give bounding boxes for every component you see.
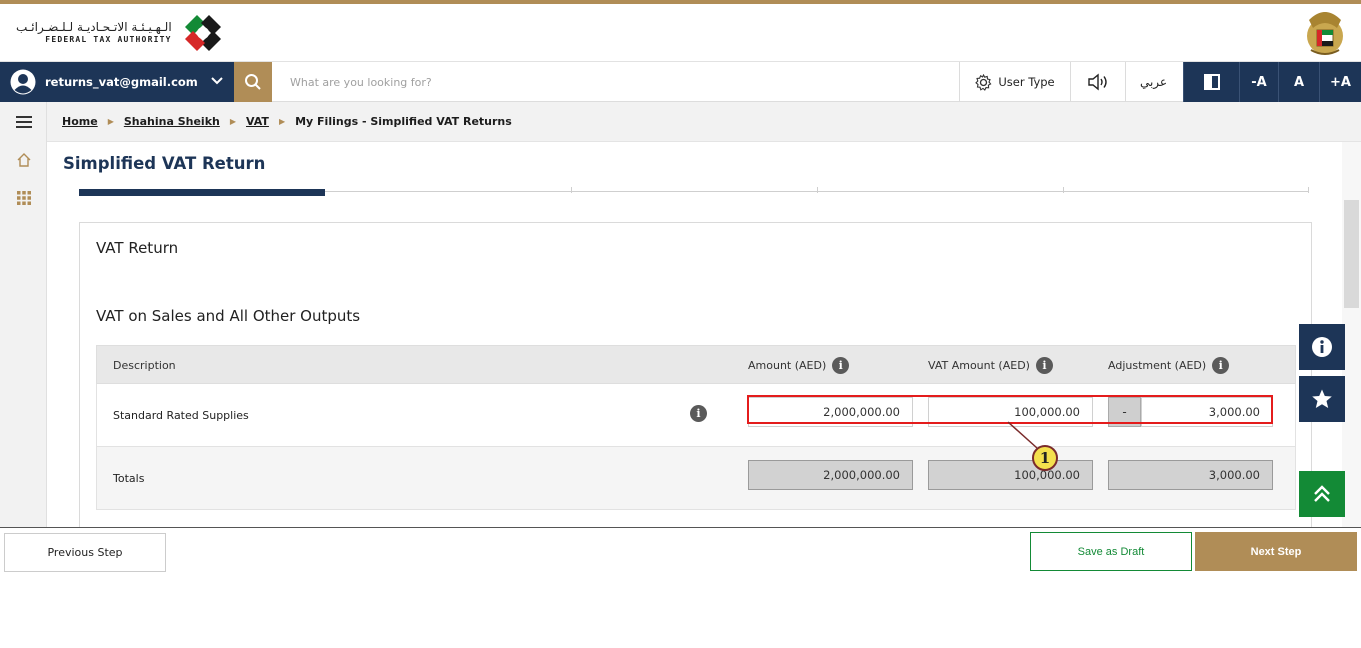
column-header-adjustment: Adjustment (AED) i [1108, 346, 1230, 385]
stepper-divider [1308, 187, 1309, 193]
breadcrumb-vat[interactable]: VAT [246, 115, 269, 128]
grid-icon [16, 191, 31, 205]
favorite-button[interactable] [1299, 376, 1345, 422]
stepper-divider [571, 187, 572, 193]
sidebar-item-home[interactable] [0, 142, 47, 178]
contrast-toggle-button[interactable] [1183, 62, 1239, 102]
table-row: Standard Rated Supplies i - [96, 384, 1296, 447]
breadcrumb-arrow-icon: ▶ [107, 117, 114, 126]
breadcrumb-arrow-icon: ▶ [229, 117, 236, 126]
progress-stepper-active-step [79, 189, 325, 196]
logo-english-name: FEDERAL TAX AUTHORITY [45, 35, 172, 44]
left-sidebar-rail [0, 102, 47, 527]
text-to-speech-button[interactable] [1070, 62, 1125, 102]
top-navbar: returns_vat@gmail.com User Type عربي -A … [0, 62, 1361, 102]
info-circle-icon [1312, 337, 1332, 357]
home-icon [17, 153, 30, 167]
user-account-menu[interactable]: returns_vat@gmail.com [0, 62, 234, 102]
wizard-footer: Previous Step Save as Draft Next Step [0, 527, 1361, 575]
double-chevron-up-icon [1314, 485, 1330, 502]
fta-logo-icon [184, 15, 221, 51]
stepper-divider [817, 187, 818, 193]
vat-return-card: VAT Return VAT on Sales and All Other Ou… [79, 222, 1312, 527]
logo-arabic-name: الـهـيـئـة الاتـحـاديـة لـلـضـرائـب [16, 20, 172, 34]
column-vat-amount-label: VAT Amount (AED) [928, 359, 1030, 372]
column-header-description: Description [113, 346, 176, 385]
breadcrumb-taxpayer[interactable]: Shahina Sheikh [124, 115, 220, 128]
totals-label: Totals [113, 471, 145, 485]
total-amount-field [748, 460, 913, 490]
search-button[interactable] [234, 62, 272, 102]
total-adjustment-field [1108, 460, 1273, 490]
logo-text: الـهـيـئـة الاتـحـاديـة لـلـضـرائـب FEDE… [16, 20, 172, 46]
annotation-step-badge: 1 [1032, 445, 1058, 471]
user-type-button[interactable]: User Type [960, 62, 1070, 102]
info-panel-button[interactable] [1299, 324, 1345, 370]
sidebar-item-apps[interactable] [0, 180, 47, 216]
adjustment-sign-toggle[interactable]: - [1108, 397, 1141, 427]
star-icon [1312, 389, 1332, 408]
contrast-icon [1203, 74, 1220, 90]
breadcrumb-current: My Filings - Simplified VAT Returns [295, 115, 512, 128]
table-header: Description Amount (AED) i VAT Amount (A… [96, 345, 1296, 384]
font-increase-button[interactable]: +A [1319, 62, 1361, 102]
section-title: VAT on Sales and All Other Outputs [96, 307, 361, 325]
page-title: Simplified VAT Return [63, 154, 266, 173]
info-icon[interactable]: i [1035, 357, 1053, 374]
search-icon [245, 74, 261, 90]
info-icon[interactable]: i [690, 405, 707, 422]
scroll-to-top-button[interactable] [1299, 471, 1345, 517]
info-icon[interactable]: i [1212, 357, 1230, 374]
totals-row: Totals [96, 447, 1296, 510]
breadcrumb-arrow-icon: ▶ [278, 117, 286, 126]
chevron-down-icon [211, 77, 223, 85]
breadcrumb-home[interactable]: Home [62, 115, 98, 128]
card-title: VAT Return [96, 239, 179, 257]
save-as-draft-button[interactable]: Save as Draft [1030, 532, 1192, 571]
row-label: Standard Rated Supplies [113, 408, 249, 422]
site-header: الـهـيـئـة الاتـحـاديـة لـلـضـرائـب FEDE… [0, 4, 1361, 62]
column-amount-label: Amount (AED) [748, 359, 827, 372]
main-content: Simplified VAT Return VAT Return VAT on … [47, 142, 1342, 527]
stepper-divider [1063, 187, 1064, 193]
font-reset-button[interactable]: A [1278, 62, 1319, 102]
next-step-button[interactable]: Next Step [1195, 532, 1357, 571]
menu-toggle-button[interactable] [0, 104, 47, 140]
breadcrumb: Home ▶ Shahina Sheikh ▶ VAT ▶ My Filings… [47, 102, 1361, 142]
column-header-amount: Amount (AED) i [748, 346, 850, 385]
speaker-icon [1087, 73, 1107, 91]
vat-amount-input[interactable] [928, 397, 1093, 427]
scrollbar-thumb[interactable] [1344, 200, 1359, 308]
fta-logo[interactable]: الـهـيـئـة الاتـحـاديـة لـلـضـرائـب FEDE… [16, 8, 228, 58]
column-header-vat-amount: VAT Amount (AED) i [928, 346, 1053, 385]
language-toggle-arabic[interactable]: عربي [1125, 62, 1182, 102]
font-decrease-button[interactable]: -A [1239, 62, 1278, 102]
previous-step-button[interactable]: Previous Step [4, 533, 166, 572]
gear-icon [975, 73, 992, 91]
hamburger-icon [15, 116, 32, 128]
column-adjustment-label: Adjustment (AED) [1108, 359, 1207, 372]
user-email: returns_vat@gmail.com [45, 75, 198, 89]
column-description-label: Description [113, 359, 176, 372]
total-vat-amount-field [928, 460, 1093, 490]
search-input[interactable] [280, 68, 940, 96]
adjustment-input[interactable] [1141, 397, 1273, 427]
user-avatar-icon [10, 69, 36, 95]
uae-emblem-icon [1307, 12, 1343, 55]
amount-input[interactable] [748, 397, 913, 427]
info-icon[interactable]: i [832, 357, 850, 374]
vat-sales-table: Description Amount (AED) i VAT Amount (A… [96, 345, 1296, 510]
user-type-label: User Type [998, 75, 1055, 89]
